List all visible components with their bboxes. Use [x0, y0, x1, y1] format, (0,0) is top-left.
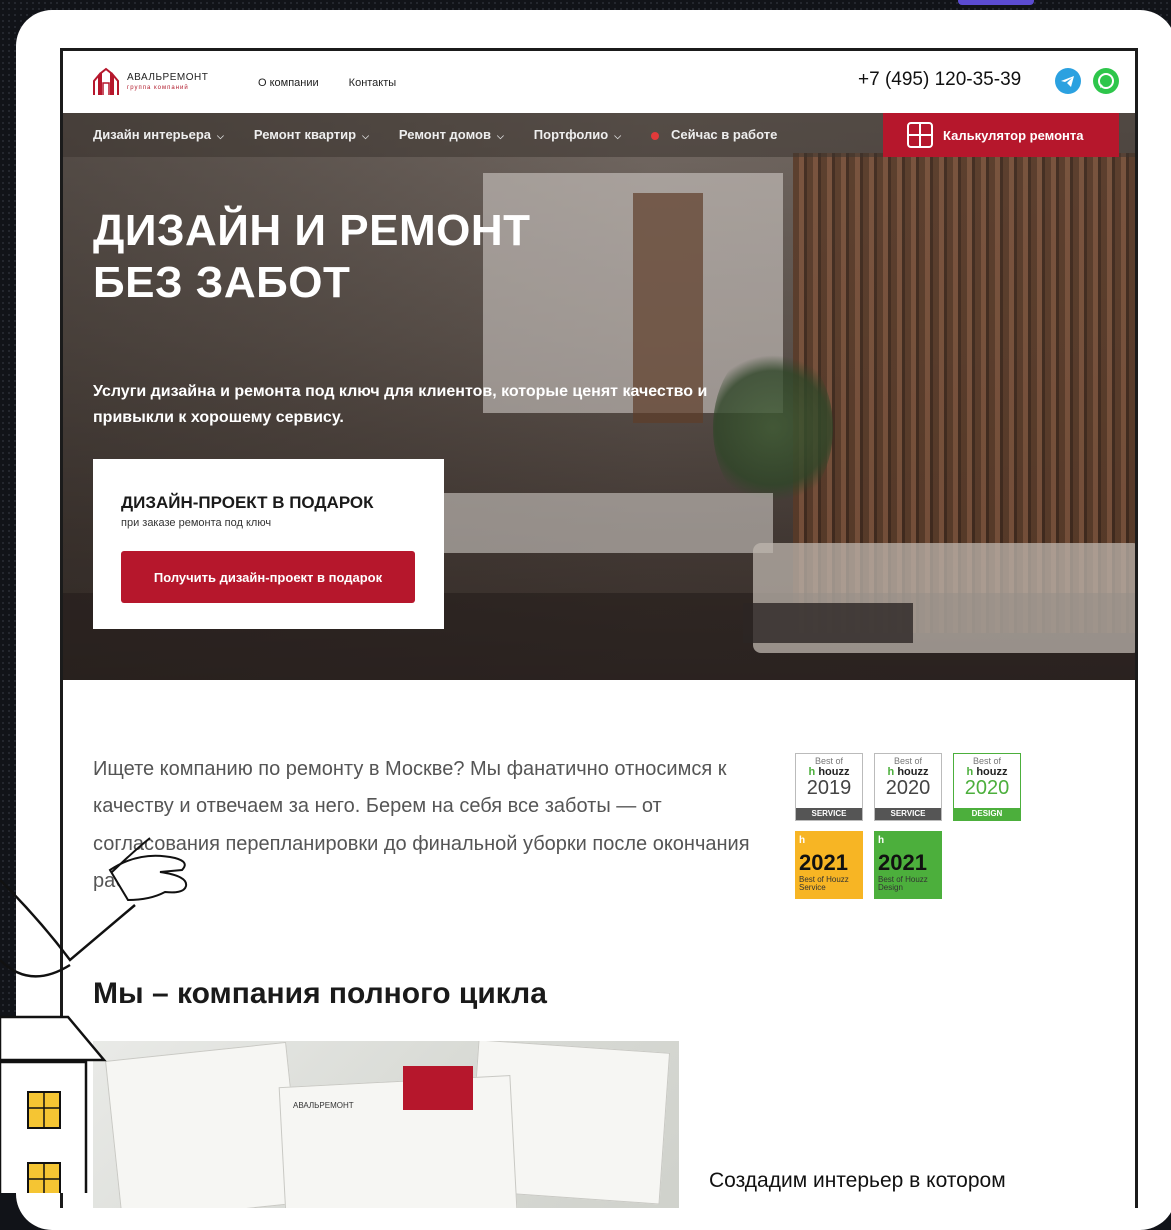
whatsapp-icon[interactable] [1093, 68, 1119, 94]
badge-best: Best of [814, 756, 843, 766]
hero-title-line: ДИЗАЙН И РЕМОНТ [93, 206, 531, 255]
phone-number[interactable]: +7 (495) 120-35-39 [858, 69, 1021, 91]
main-menu: Дизайн интерьера ⌵ Ремонт квартир ⌵ Ремонт… [63, 113, 1135, 157]
badge-kind: DESIGN [954, 808, 1020, 820]
plan-logo: АВАЛЬРЕМОНТ [293, 1101, 354, 1110]
houzz-badge: Best of h houzz 2019 SERVICE [795, 753, 863, 821]
calculator-button-label: Калькулятор ремонта [943, 127, 1084, 143]
promo-note: при заказе ремонта под ключ [121, 517, 272, 529]
badge-year: 2021 [799, 850, 848, 875]
badge-year: 2019 [806, 777, 852, 799]
brand-name: АВАЛЬРЕМОНТ [127, 72, 209, 83]
calculator-button[interactable]: Калькулятор ремонта [883, 113, 1119, 157]
promo-title: ДИЗАЙН-ПРОЕКТ В ПОДАРОК [121, 493, 374, 512]
badge-caption: Best of Houzz Service [799, 875, 849, 893]
get-design-project-button[interactable]: Получить дизайн-проект в подарок [121, 551, 415, 603]
top-accent-bar [958, 0, 1034, 5]
houzz-badge: Best of h houzz 2020 SERVICE [874, 753, 942, 821]
nav-link-contacts[interactable]: Контакты [349, 77, 397, 89]
menu-item-interior-design[interactable]: Дизайн интерьера ⌵ [93, 127, 224, 142]
houzz-badge: Best of h houzz 2020 DESIGN [953, 753, 1021, 821]
top-nav: О компании Контакты [258, 77, 396, 89]
floor-plans-image: АВАЛЬРЕМОНТ [93, 1041, 679, 1208]
hero-island-image [443, 493, 773, 553]
chevron-down-icon: ⌵ [496, 131, 504, 141]
houzz-h-icon: h [878, 835, 885, 846]
telegram-icon[interactable] [1055, 68, 1081, 94]
top-bar: АВАЛЬРЕМОНТ группа компаний О компании К… [63, 51, 1135, 113]
hero-section: Дизайн интерьера ⌵ Ремонт квартир ⌵ Ремонт… [63, 113, 1135, 680]
promo-card: ДИЗАЙН-ПРОЕКТ В ПОДАРОК при заказе ремон… [93, 459, 444, 629]
calculator-icon [907, 122, 933, 148]
menu-item-label: Сейчас в работе [671, 127, 778, 142]
menu-item-label: Портфолио [533, 127, 609, 142]
menu-item-apartment-renovation[interactable]: Ремонт квартир ⌵ [254, 127, 369, 142]
live-dot-icon [651, 131, 660, 140]
hero-subtitle: Услуги дизайна и ремонта под ключ для кл… [93, 383, 708, 426]
chevron-down-icon: ⌵ [362, 131, 369, 141]
menu-item-house-renovation[interactable]: Ремонт домов ⌵ [399, 127, 504, 142]
badge-kind: SERVICE [875, 808, 941, 820]
menu-item-portfolio[interactable]: Портфолио ⌵ [534, 127, 621, 142]
plan-sheet [105, 1041, 303, 1208]
houzz-badge: h 2021 Best of Houzz Design [874, 831, 942, 899]
houzz-h-icon: h [799, 835, 806, 846]
hero-title-line: БЕЗ ЗАБОТ [93, 257, 351, 307]
nav-link-about[interactable]: О компании [258, 77, 319, 89]
intro-text: Ищете компанию по ремонту в Москве? Мы ф… [93, 758, 750, 893]
menu-item-label: Дизайн интерьера [93, 127, 212, 142]
website-page: АВАЛЬРЕМОНТ группа компаний О компании К… [60, 48, 1138, 1208]
badge-caption: Best of Houzz Design [878, 875, 928, 893]
section-title: Мы – компания полного цикла [93, 977, 547, 1010]
plan-sheet [278, 1075, 520, 1208]
badge-kind: SERVICE [796, 808, 862, 820]
hero-table-image [743, 603, 913, 643]
badge-year: 2021 [878, 850, 927, 875]
badge-year: 2020 [964, 777, 1010, 799]
badge-best: Best of [972, 756, 1001, 766]
badge-year: 2020 [885, 777, 931, 799]
chevron-down-icon: ⌵ [217, 131, 224, 141]
houzz-badge: h 2021 Best of Houzz Service [795, 831, 863, 899]
menu-item-in-progress[interactable]: Сейчас в работе [651, 127, 777, 142]
menu-item-label: Ремонт домов [398, 127, 491, 142]
logo-mark-icon [93, 67, 119, 95]
menu-item-label: Ремонт квартир [253, 127, 357, 142]
chevron-down-icon: ⌵ [614, 131, 622, 141]
plan-red-block [403, 1066, 473, 1110]
plans-caption: Создадим интерьер в котором [709, 1169, 1006, 1192]
hero-title: ДИЗАЙН И РЕМОНТ БЕЗ ЗАБОТ [93, 205, 693, 309]
badge-best: Best of [893, 756, 922, 766]
brand-tagline: группа компаний [127, 85, 189, 91]
brand-logo[interactable]: АВАЛЬРЕМОНТ группа компаний [91, 67, 208, 97]
